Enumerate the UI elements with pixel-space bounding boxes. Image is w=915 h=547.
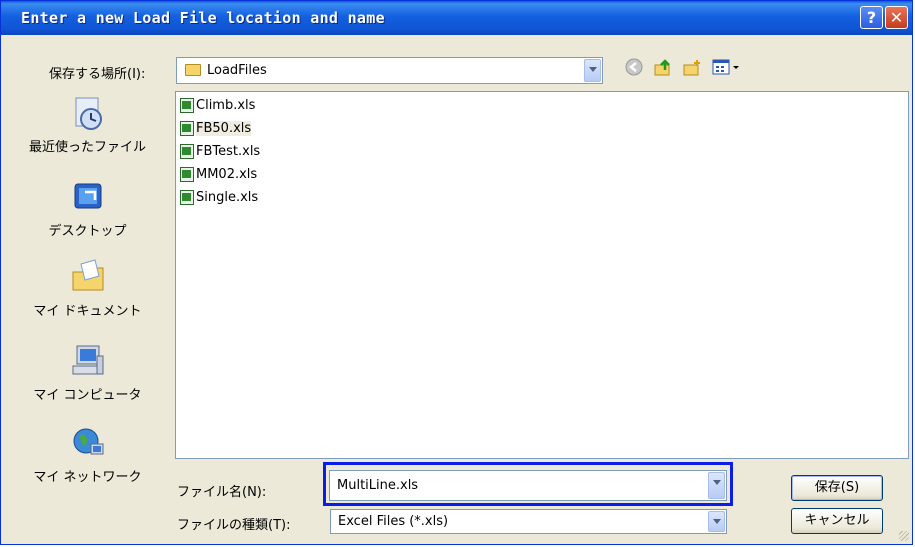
excel-file-icon [180, 167, 194, 182]
excel-file-icon [180, 190, 194, 205]
list-item[interactable]: Climb.xls [180, 98, 255, 116]
lookin-label: 保存する場所(I): [49, 67, 146, 82]
my-network-icon [69, 424, 107, 462]
filename-value: MultiLine.xls [337, 478, 419, 493]
title-bar[interactable]: Enter a new Load File location and name … [1, 1, 912, 35]
view-menu-icon[interactable] [709, 58, 743, 80]
lookin-dropdown[interactable]: LoadFiles [176, 57, 603, 84]
place-my-documents[interactable]: マイ ドキュメント [6, 258, 169, 319]
filetype-dropdown[interactable]: Excel Files (*.xls) [330, 509, 727, 534]
place-desktop[interactable]: デスクトップ [6, 178, 169, 239]
recent-files-icon [69, 94, 107, 132]
place-label: マイ ネットワーク [33, 470, 142, 485]
filename-input[interactable]: MultiLine.xls [329, 470, 727, 501]
chevron-down-icon[interactable] [708, 511, 725, 532]
place-recent[interactable]: 最近使ったファイル [6, 94, 169, 155]
excel-file-icon [180, 121, 194, 136]
list-item[interactable]: FB50.xls [180, 121, 252, 139]
my-documents-icon [69, 258, 107, 296]
new-folder-icon[interactable] [681, 58, 703, 80]
place-label: 最近使ったファイル [28, 140, 146, 155]
filetype-label: ファイルの種類(T): [177, 518, 291, 533]
place-my-computer[interactable]: マイ コンピュータ [6, 342, 169, 403]
window-title: Enter a new Load File location and name [21, 9, 385, 27]
excel-file-icon [180, 144, 194, 159]
save-dialog: Enter a new Load File location and name … [0, 0, 913, 545]
file-list[interactable]: Climb.xls FB50.xls FBTest.xls MM02.xls S… [175, 91, 909, 459]
places-bar: 最近使ったファイル デスクトップ マイ ドキュメント マイ コンピュータ マイ … [6, 86, 169, 496]
place-label: デスクトップ [48, 224, 127, 239]
my-computer-icon [69, 342, 107, 380]
place-my-network[interactable]: マイ ネットワーク [6, 424, 169, 485]
filename-label: ファイル名(N): [177, 485, 267, 500]
save-button[interactable]: 保存(S) [791, 475, 883, 501]
chevron-down-icon[interactable] [584, 59, 601, 82]
up-folder-icon[interactable] [652, 58, 674, 80]
filetype-value: Excel Files (*.xls) [338, 514, 449, 529]
resize-grip[interactable] [899, 531, 909, 541]
back-icon[interactable] [623, 58, 645, 80]
list-item[interactable]: Single.xls [180, 190, 258, 208]
list-item[interactable]: MM02.xls [180, 167, 257, 185]
excel-file-icon [180, 98, 194, 113]
place-label: マイ コンピュータ [33, 388, 142, 403]
place-label: マイ ドキュメント [33, 304, 142, 319]
folder-icon [185, 64, 201, 76]
lookin-value: LoadFiles [207, 63, 267, 78]
close-button[interactable]: ✕ [885, 6, 908, 29]
list-item[interactable]: FBTest.xls [180, 144, 260, 162]
help-button[interactable]: ? [860, 6, 883, 29]
cancel-button[interactable]: キャンセル [791, 508, 883, 534]
desktop-icon [69, 178, 107, 216]
chevron-down-icon[interactable] [708, 472, 725, 499]
